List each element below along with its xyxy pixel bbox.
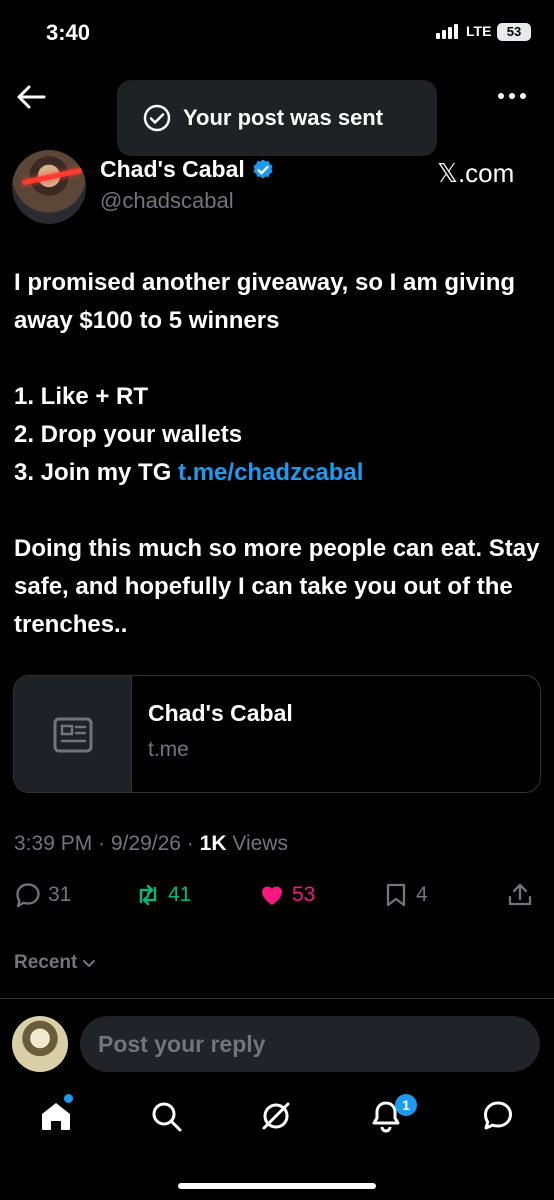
post-text-closing: Doing this much so more people can eat. … <box>14 535 540 638</box>
grok-icon[interactable] <box>258 1098 294 1134</box>
bookmark-button[interactable]: 4 <box>382 881 428 909</box>
reply-input[interactable]: Post your reply <box>80 1016 540 1072</box>
meta-separator: · <box>92 832 111 855</box>
bookmark-icon <box>386 883 406 907</box>
share-button[interactable] <box>506 881 534 909</box>
repost-button[interactable]: 41 <box>134 881 191 909</box>
post-date: 9/29/26 <box>110 832 181 855</box>
network-label: LTE <box>466 23 492 39</box>
card-thumbnail <box>14 676 132 792</box>
home-icon[interactable] <box>38 1098 74 1134</box>
post-text-intro: I promised another giveaway, so I am giv… <box>14 269 516 334</box>
bookmark-count: 4 <box>416 883 428 906</box>
signal-icon <box>436 24 458 39</box>
home-indicator <box>178 1183 376 1189</box>
reply-count: 31 <box>48 883 72 906</box>
sort-replies-dropdown[interactable]: Recent <box>14 952 97 974</box>
check-circle-icon <box>143 104 171 132</box>
home-unread-dot <box>64 1094 73 1103</box>
heart-icon <box>261 886 283 905</box>
meta-separator: · <box>180 832 200 855</box>
post-list-item-2: 2. Drop your wallets <box>14 421 243 448</box>
like-count: 53 <box>292 883 316 906</box>
repost-count: 41 <box>168 883 192 906</box>
back-arrow-icon[interactable] <box>16 84 46 110</box>
status-bar: 3:40 LTE 53 <box>0 0 554 66</box>
post-meta: 3:39 PM · 9/29/26 · 1K Views <box>14 832 288 856</box>
like-button[interactable]: 53 <box>258 881 315 909</box>
telegram-link[interactable]: t.me/chadzcabal <box>178 459 363 486</box>
toast-text: Your post was sent <box>183 105 384 130</box>
repost-icon <box>139 884 157 906</box>
author-name-row[interactable]: Chad's Cabal <box>100 156 275 183</box>
author-handle[interactable]: @chadscabal <box>100 188 234 214</box>
post-list-item-3: 3. Join my TG t.me/chadzcabal <box>14 454 542 492</box>
source-label: 𝕏.com <box>437 158 515 188</box>
link-preview-card[interactable]: Chad's Cabal t.me <box>13 675 541 793</box>
status-time: 3:40 <box>46 20 91 45</box>
post-body: I promised another giveaway, so I am giv… <box>14 264 542 644</box>
toast-notification: Your post was sent <box>117 80 437 156</box>
share-icon <box>508 883 532 906</box>
messages-icon[interactable] <box>480 1098 516 1134</box>
reply-button[interactable]: 31 <box>14 881 71 909</box>
card-title: Chad's Cabal <box>148 700 293 726</box>
card-domain: t.me <box>148 738 189 761</box>
verified-badge-icon <box>253 159 273 178</box>
more-options-icon[interactable] <box>496 86 528 106</box>
reply-icon <box>16 883 40 908</box>
views-count[interactable]: 1K <box>200 832 227 855</box>
sort-label: Recent <box>14 952 78 973</box>
user-avatar[interactable] <box>12 1016 68 1072</box>
author-name[interactable]: Chad's Cabal <box>100 156 245 183</box>
post-time: 3:39 PM <box>14 832 93 855</box>
views-label: Views <box>226 832 288 855</box>
author-avatar[interactable] <box>12 150 86 224</box>
chevron-down-icon <box>83 960 96 967</box>
search-icon[interactable] <box>148 1098 184 1134</box>
battery-icon: 53 <box>497 23 531 41</box>
post-list-item-3-text: 3. Join my TG <box>14 459 179 486</box>
notification-badge: 1 <box>395 1094 417 1116</box>
post-list-item-1: 1. Like + RT <box>14 383 149 410</box>
divider <box>0 998 554 999</box>
article-icon <box>53 717 92 753</box>
